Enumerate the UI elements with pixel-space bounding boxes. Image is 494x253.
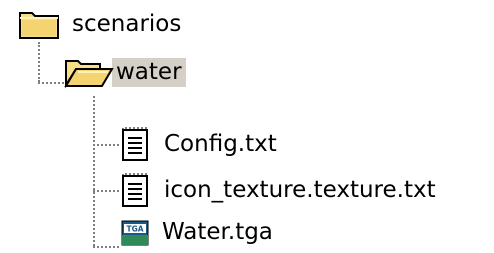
tree-node-scenarios[interactable]: scenarios — [18, 4, 185, 44]
text-file-icon — [122, 173, 148, 207]
tree-node-label: scenarios — [72, 10, 182, 37]
tree-connector — [93, 144, 119, 146]
tga-badge-label: TGA — [126, 225, 143, 234]
tree-connector — [93, 246, 119, 248]
tga-image-icon: TGA — [121, 220, 149, 246]
tree-node-config-txt[interactable]: Config.txt — [120, 124, 281, 164]
tree-node-label: Config.txt — [164, 130, 277, 157]
tree-node-label: Water.tga — [162, 218, 273, 245]
tree-node-water[interactable]: water — [64, 52, 186, 92]
tree-connector — [93, 190, 119, 192]
tree-connector — [93, 96, 95, 246]
file-tree: scenarios water Config.txt icon_texture.… — [0, 0, 494, 253]
tree-connector — [38, 42, 40, 82]
folder-open-icon — [64, 60, 114, 89]
tree-node-icon-texture-txt[interactable]: icon_texture.texture.txt — [120, 170, 440, 210]
tree-node-label: icon_texture.texture.txt — [164, 176, 436, 203]
tree-node-water-tga[interactable]: TGA Water.tga — [120, 212, 277, 252]
tree-connector — [38, 82, 64, 84]
folder-closed-icon — [19, 12, 59, 39]
text-file-icon — [122, 127, 148, 161]
tree-node-label: water — [112, 57, 186, 87]
